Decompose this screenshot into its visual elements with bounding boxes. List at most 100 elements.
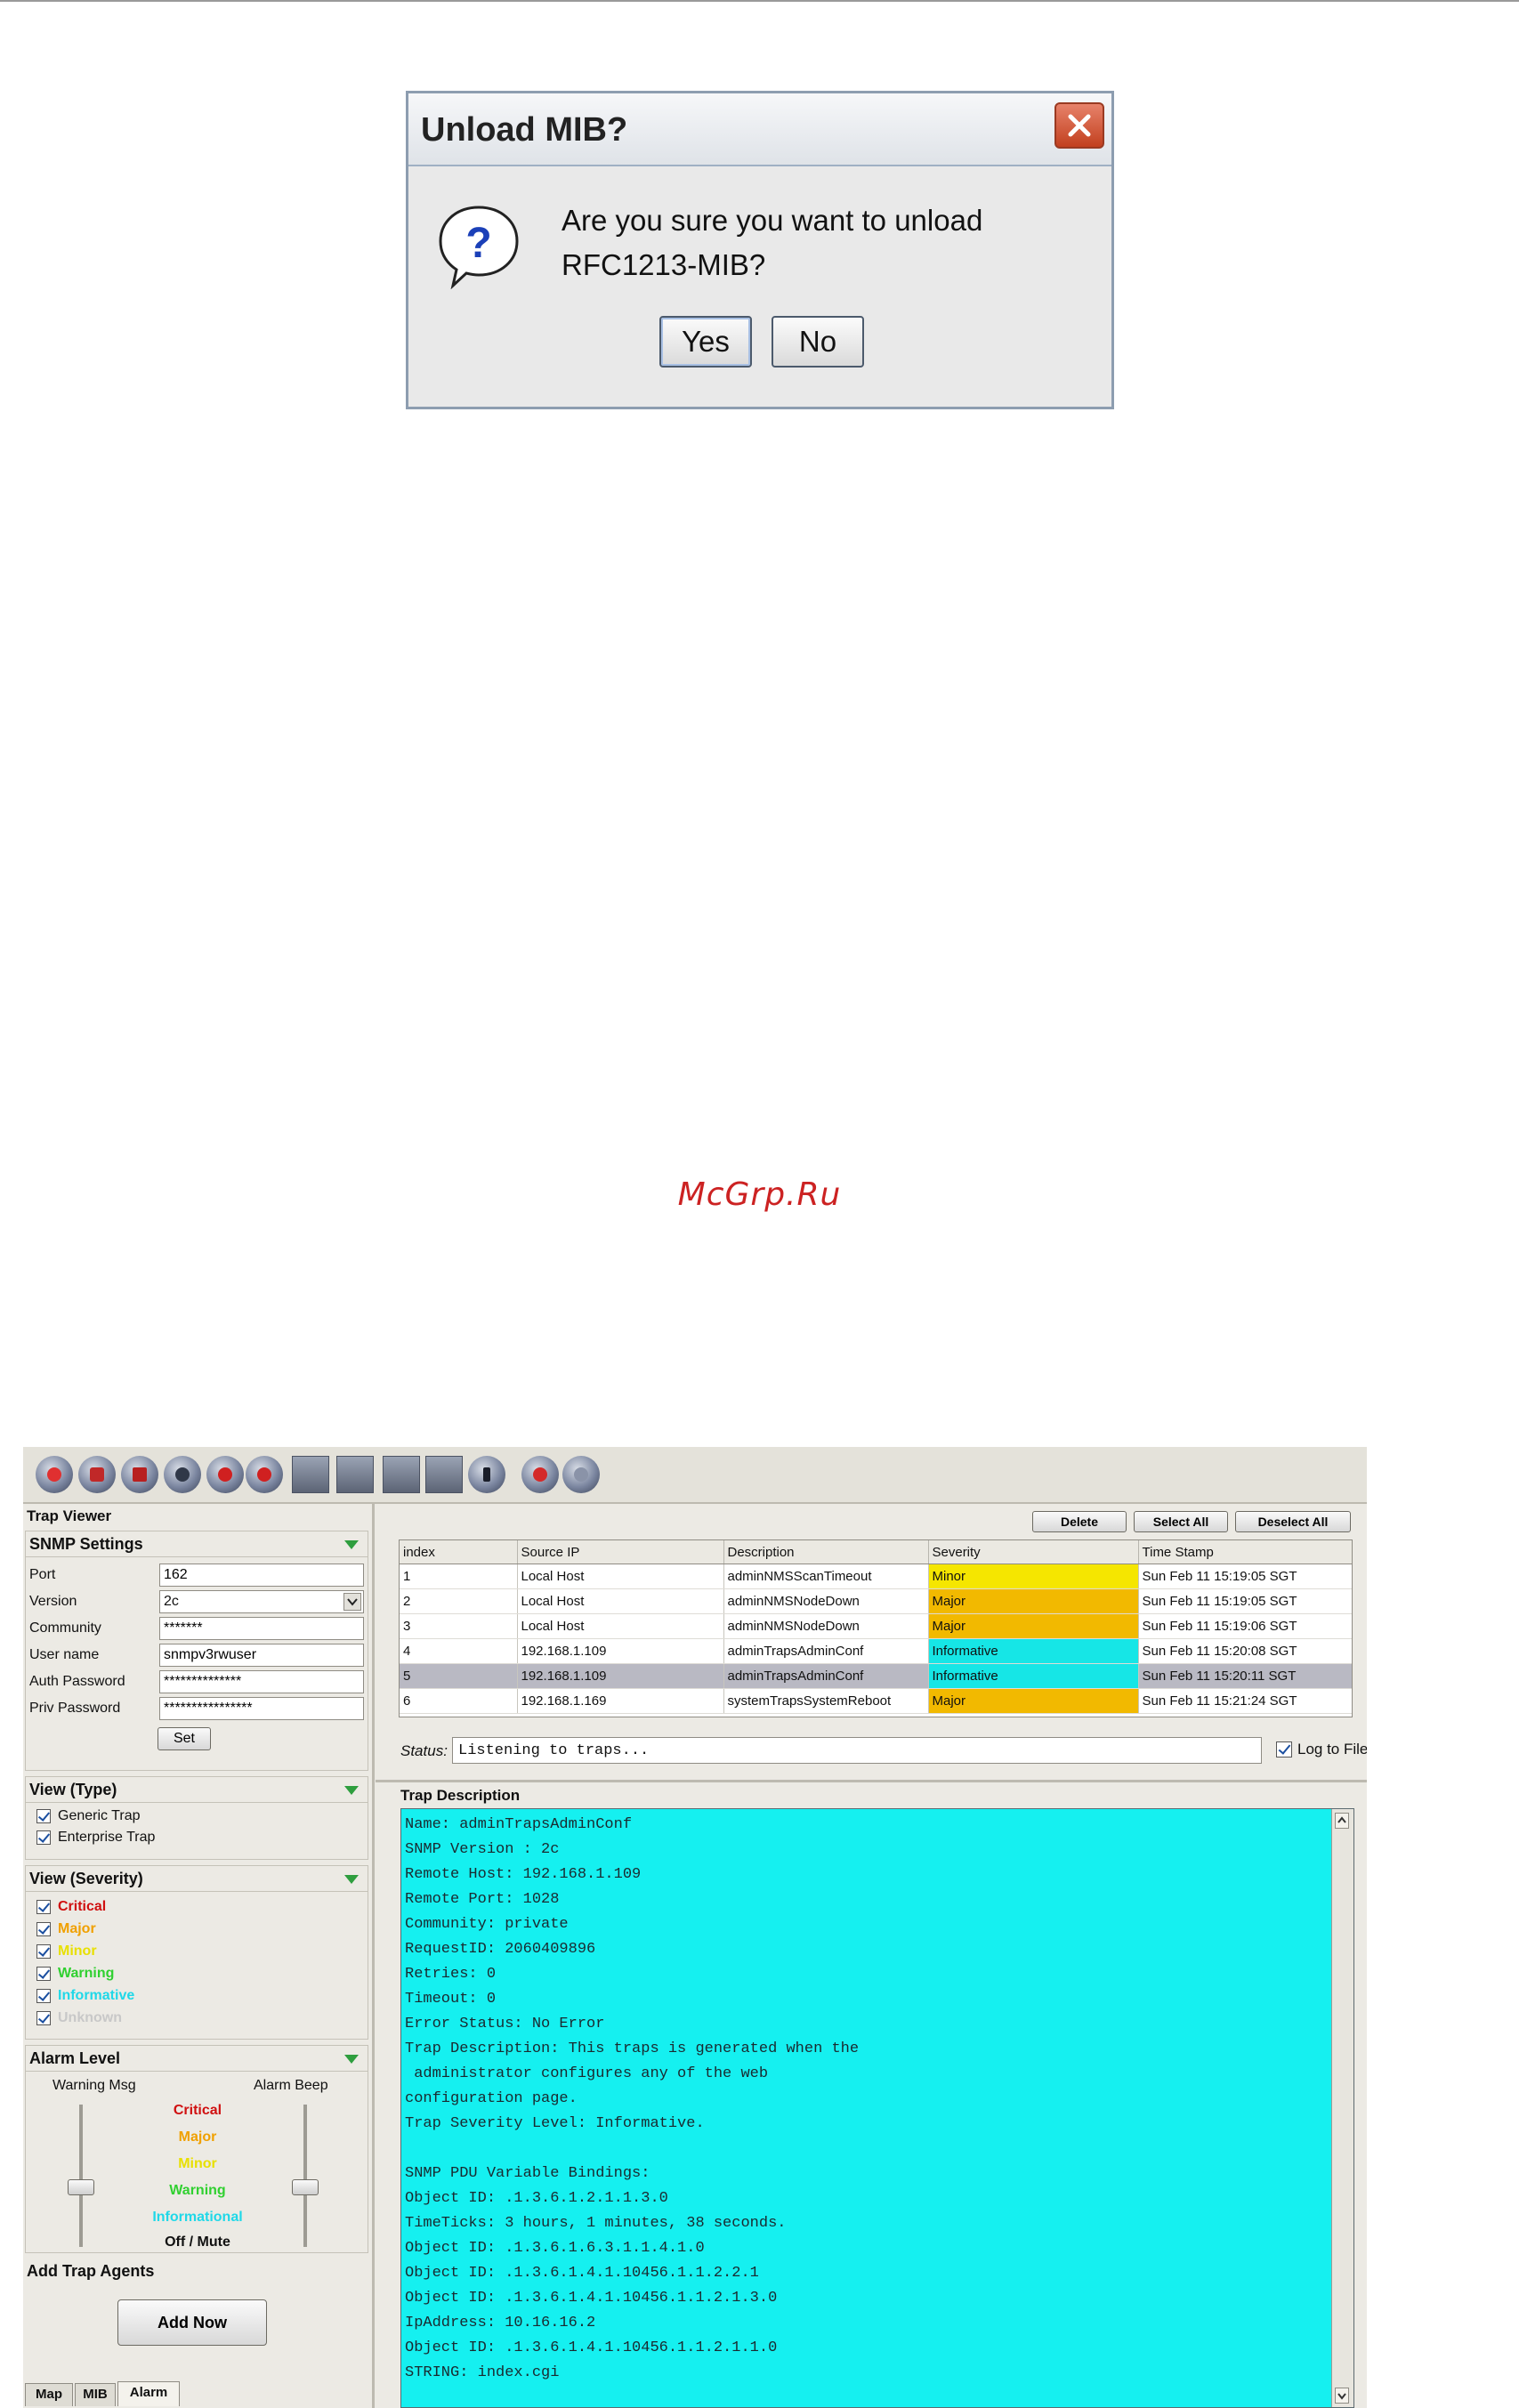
help-icon[interactable] xyxy=(521,1456,559,1493)
level-informational: Informational xyxy=(152,2210,243,2225)
cell-description: adminTrapsAdminConf xyxy=(723,1663,929,1689)
cell-index: 4 xyxy=(400,1638,518,1664)
vertical-scrollbar[interactable] xyxy=(1331,1809,1353,2407)
back-icon[interactable] xyxy=(206,1456,244,1493)
col-index[interactable]: index xyxy=(400,1540,518,1564)
tab-map[interactable]: Map xyxy=(25,2383,73,2406)
add-now-button[interactable]: Add Now xyxy=(117,2299,267,2346)
about-icon[interactable] xyxy=(562,1456,600,1493)
table-row[interactable]: 3 Local Host adminNMSNodeDown Major Sun Feb … xyxy=(400,1613,1352,1639)
table-row[interactable]: 6 192.168.1.169 systemTrapsSystemReboot Maj… xyxy=(400,1688,1352,1714)
col-source-ip[interactable]: Source IP xyxy=(517,1540,724,1564)
table-header-row: index Source IP Description Severity Tim… xyxy=(400,1540,1352,1564)
view-type-header[interactable]: View (Type) xyxy=(26,1777,368,1803)
stop-icon[interactable] xyxy=(121,1456,158,1493)
unload-mib-dialog: Unload MIB? ? Are you sure you want to u… xyxy=(406,91,1114,409)
deselect-all-button[interactable]: Deselect All xyxy=(1235,1511,1351,1532)
svg-text:?: ? xyxy=(465,220,491,267)
alarm-level-title: Alarm Level xyxy=(29,2049,121,2067)
col-description[interactable]: Description xyxy=(723,1540,929,1564)
no-button[interactable]: No xyxy=(772,316,864,368)
page-top-rule xyxy=(0,0,1519,2)
trap-description-textarea[interactable]: Name: adminTrapsAdminConf SNMP Version :… xyxy=(400,1808,1354,2408)
add-trap-agents-section: Add Trap Agents Add Now xyxy=(25,2259,368,2380)
cell-source-ip: Local Host xyxy=(517,1564,724,1589)
select-all-button[interactable]: Select All xyxy=(1134,1511,1228,1532)
save-icon[interactable] xyxy=(164,1456,201,1493)
cell-description: adminTrapsAdminConf xyxy=(723,1638,929,1664)
view-severity-title: View (Severity) xyxy=(29,1870,143,1887)
yes-button[interactable]: Yes xyxy=(659,316,752,368)
table-row[interactable]: 4 192.168.1.109 adminTrapsAdminConf Informa… xyxy=(400,1638,1352,1664)
level-off-mute: Off / Mute xyxy=(165,2234,230,2250)
tab-mib[interactable]: MIB xyxy=(75,2383,116,2406)
alarm-beep-slider-track[interactable] xyxy=(303,2105,307,2247)
username-input[interactable] xyxy=(159,1644,364,1667)
critical-label: Critical xyxy=(58,1899,107,1914)
scroll-down-icon[interactable] xyxy=(1335,2388,1349,2404)
tab-alarm[interactable]: Alarm xyxy=(117,2381,180,2406)
log-to-file-checkbox[interactable]: Log to File xyxy=(1276,1739,1367,1760)
version-select[interactable]: 2c xyxy=(159,1590,364,1613)
informative-label: Informative xyxy=(58,1988,135,2003)
cell-severity: Minor xyxy=(928,1564,1139,1589)
col-time-stamp[interactable]: Time Stamp xyxy=(1138,1540,1352,1564)
record-icon[interactable] xyxy=(36,1456,73,1493)
add-trap-agents-title: Add Trap Agents xyxy=(27,2262,155,2280)
level-critical: Critical xyxy=(173,2103,222,2118)
view-type-section: View (Type) Generic Trap Enterprise Trap xyxy=(25,1776,368,1860)
cell-source-ip: 192.168.1.109 xyxy=(517,1638,724,1664)
collapse-arrow-icon[interactable] xyxy=(344,1875,359,1884)
info-icon[interactable] xyxy=(468,1456,505,1493)
warning-msg-slider-track[interactable] xyxy=(79,2105,83,2247)
log-to-file-label: Log to File xyxy=(1297,1741,1367,1758)
chevron-down-icon[interactable] xyxy=(343,1593,361,1611)
generic-trap-label: Generic Trap xyxy=(58,1808,141,1823)
import-icon[interactable] xyxy=(383,1456,420,1493)
port-label: Port xyxy=(29,1567,56,1582)
community-label: Community xyxy=(29,1620,101,1636)
table-row[interactable]: 5 192.168.1.109 adminTrapsAdminConf Informa… xyxy=(400,1663,1352,1689)
port-input[interactable] xyxy=(159,1564,364,1587)
set-button[interactable]: Set xyxy=(158,1727,211,1750)
cell-source-ip: 192.168.1.109 xyxy=(517,1663,724,1689)
delete-button[interactable]: Delete xyxy=(1032,1511,1127,1532)
scroll-up-icon[interactable] xyxy=(1335,1813,1349,1829)
community-input[interactable] xyxy=(159,1617,364,1640)
splitter[interactable] xyxy=(376,1780,1367,1782)
status-field: Listening to traps... xyxy=(452,1737,1262,1764)
status-label: Status: xyxy=(400,1742,448,1759)
document-icon[interactable] xyxy=(292,1456,329,1493)
cell-description: adminNMSNodeDown xyxy=(723,1613,929,1639)
auth-password-input[interactable] xyxy=(159,1670,364,1693)
collapse-arrow-icon[interactable] xyxy=(344,1786,359,1795)
cell-source-ip: Local Host xyxy=(517,1588,724,1614)
left-panel: Trap Viewer SNMP Settings Port Version 2… xyxy=(23,1504,375,2408)
table-row[interactable]: 1 Local Host adminNMSScanTimeout Minor Sun F… xyxy=(400,1564,1352,1589)
snmp-settings-title: SNMP Settings xyxy=(29,1535,143,1553)
view-severity-header[interactable]: View (Severity) xyxy=(26,1866,368,1892)
priv-password-input[interactable] xyxy=(159,1697,364,1720)
version-value: 2c xyxy=(164,1594,179,1609)
panel-title: Trap Viewer xyxy=(27,1507,112,1524)
view-severity-section: View (Severity) Critical Major Minor War… xyxy=(25,1865,368,2040)
open-icon[interactable] xyxy=(78,1456,116,1493)
question-icon: ? xyxy=(439,206,519,289)
export-icon[interactable] xyxy=(336,1456,374,1493)
forward-icon[interactable] xyxy=(246,1456,283,1493)
col-severity[interactable]: Severity xyxy=(928,1540,1139,1564)
cell-severity: Informative xyxy=(928,1638,1139,1664)
collapse-arrow-icon[interactable] xyxy=(344,2055,359,2064)
cell-time-stamp: Sun Feb 11 15:20:11 SGT xyxy=(1138,1663,1352,1689)
cell-description: adminNMSNodeDown xyxy=(723,1588,929,1614)
table-row[interactable]: 2 Local Host adminNMSNodeDown Major Sun Feb … xyxy=(400,1588,1352,1614)
collapse-arrow-icon[interactable] xyxy=(344,1540,359,1549)
delete-icon[interactable] xyxy=(425,1456,463,1493)
close-button[interactable] xyxy=(1054,102,1104,149)
snmp-settings-header[interactable]: SNMP Settings xyxy=(26,1531,368,1557)
warning-msg-label: Warning Msg xyxy=(53,2078,136,2093)
cell-index: 2 xyxy=(400,1588,518,1614)
alarm-level-header[interactable]: Alarm Level xyxy=(26,2046,368,2072)
username-label: User name xyxy=(29,1647,100,1662)
priv-password-label: Priv Password xyxy=(29,1701,121,1716)
